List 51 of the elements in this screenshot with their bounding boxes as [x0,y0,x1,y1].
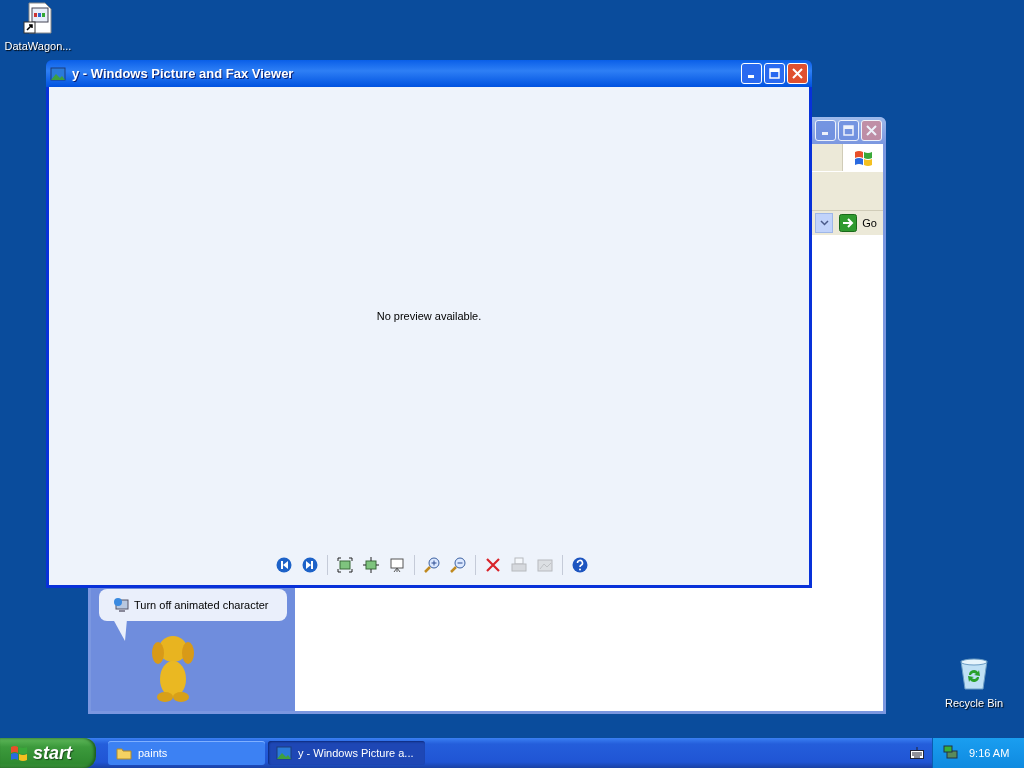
window-title: y - Windows Picture and Fax Viewer [72,66,295,81]
flag-logo-icon [853,148,873,167]
shortcut-icon [23,2,53,34]
flag-logo-icon [10,744,28,762]
minimize-button[interactable] [741,63,762,84]
close-icon [866,125,877,136]
previous-icon [276,557,292,573]
maximize-icon [843,125,854,136]
go-button[interactable]: Go [837,214,879,232]
minimize-button[interactable] [815,120,836,141]
maximize-icon [769,68,780,79]
recycle-bin-icon [959,657,989,691]
status-message: No preview available. [376,310,482,322]
caret-icon [819,220,829,226]
best-fit-button[interactable] [335,555,355,575]
folder-icon [116,745,132,761]
delete-icon [485,557,501,573]
taskbar-button[interactable]: y - Windows Picture a... [268,741,425,765]
help-icon [572,557,588,573]
close-button[interactable] [861,120,882,141]
zoom-in-button[interactable] [422,555,442,575]
taskbar-button[interactable]: paints [108,741,265,765]
dropdown-button[interactable] [815,213,834,233]
icon-label[interactable]: DataWagon... [4,40,72,52]
maximize-button[interactable] [838,120,859,141]
actual-size-button[interactable] [361,555,381,575]
next-icon [302,557,318,573]
close-button[interactable] [787,63,808,84]
monitor-globe-icon [113,597,129,613]
start-button[interactable]: start [0,738,96,768]
help-button[interactable] [570,555,590,575]
next-button[interactable] [300,555,320,575]
keyboard-icon[interactable] [910,747,924,759]
zoom-out-button[interactable] [448,555,468,575]
network-icon[interactable] [943,745,959,761]
print-icon [511,557,527,573]
icon-label[interactable]: Recycle Bin [944,697,1004,709]
copy-icon [537,557,553,573]
image-icon [276,745,292,761]
bubble-link[interactable]: Turn off animated character [134,599,269,611]
zoom-out-icon [450,557,466,573]
image-icon [50,65,66,82]
previous-button[interactable] [274,555,294,575]
best-fit-icon [337,557,353,573]
slideshow-icon [389,557,405,573]
clock: 9:16 AM [969,747,1010,759]
zoom-in-icon [424,557,440,573]
maximize-button[interactable] [764,63,785,84]
actual-size-icon [363,557,379,573]
close-icon [792,68,803,79]
slideshow-button[interactable] [387,555,407,575]
